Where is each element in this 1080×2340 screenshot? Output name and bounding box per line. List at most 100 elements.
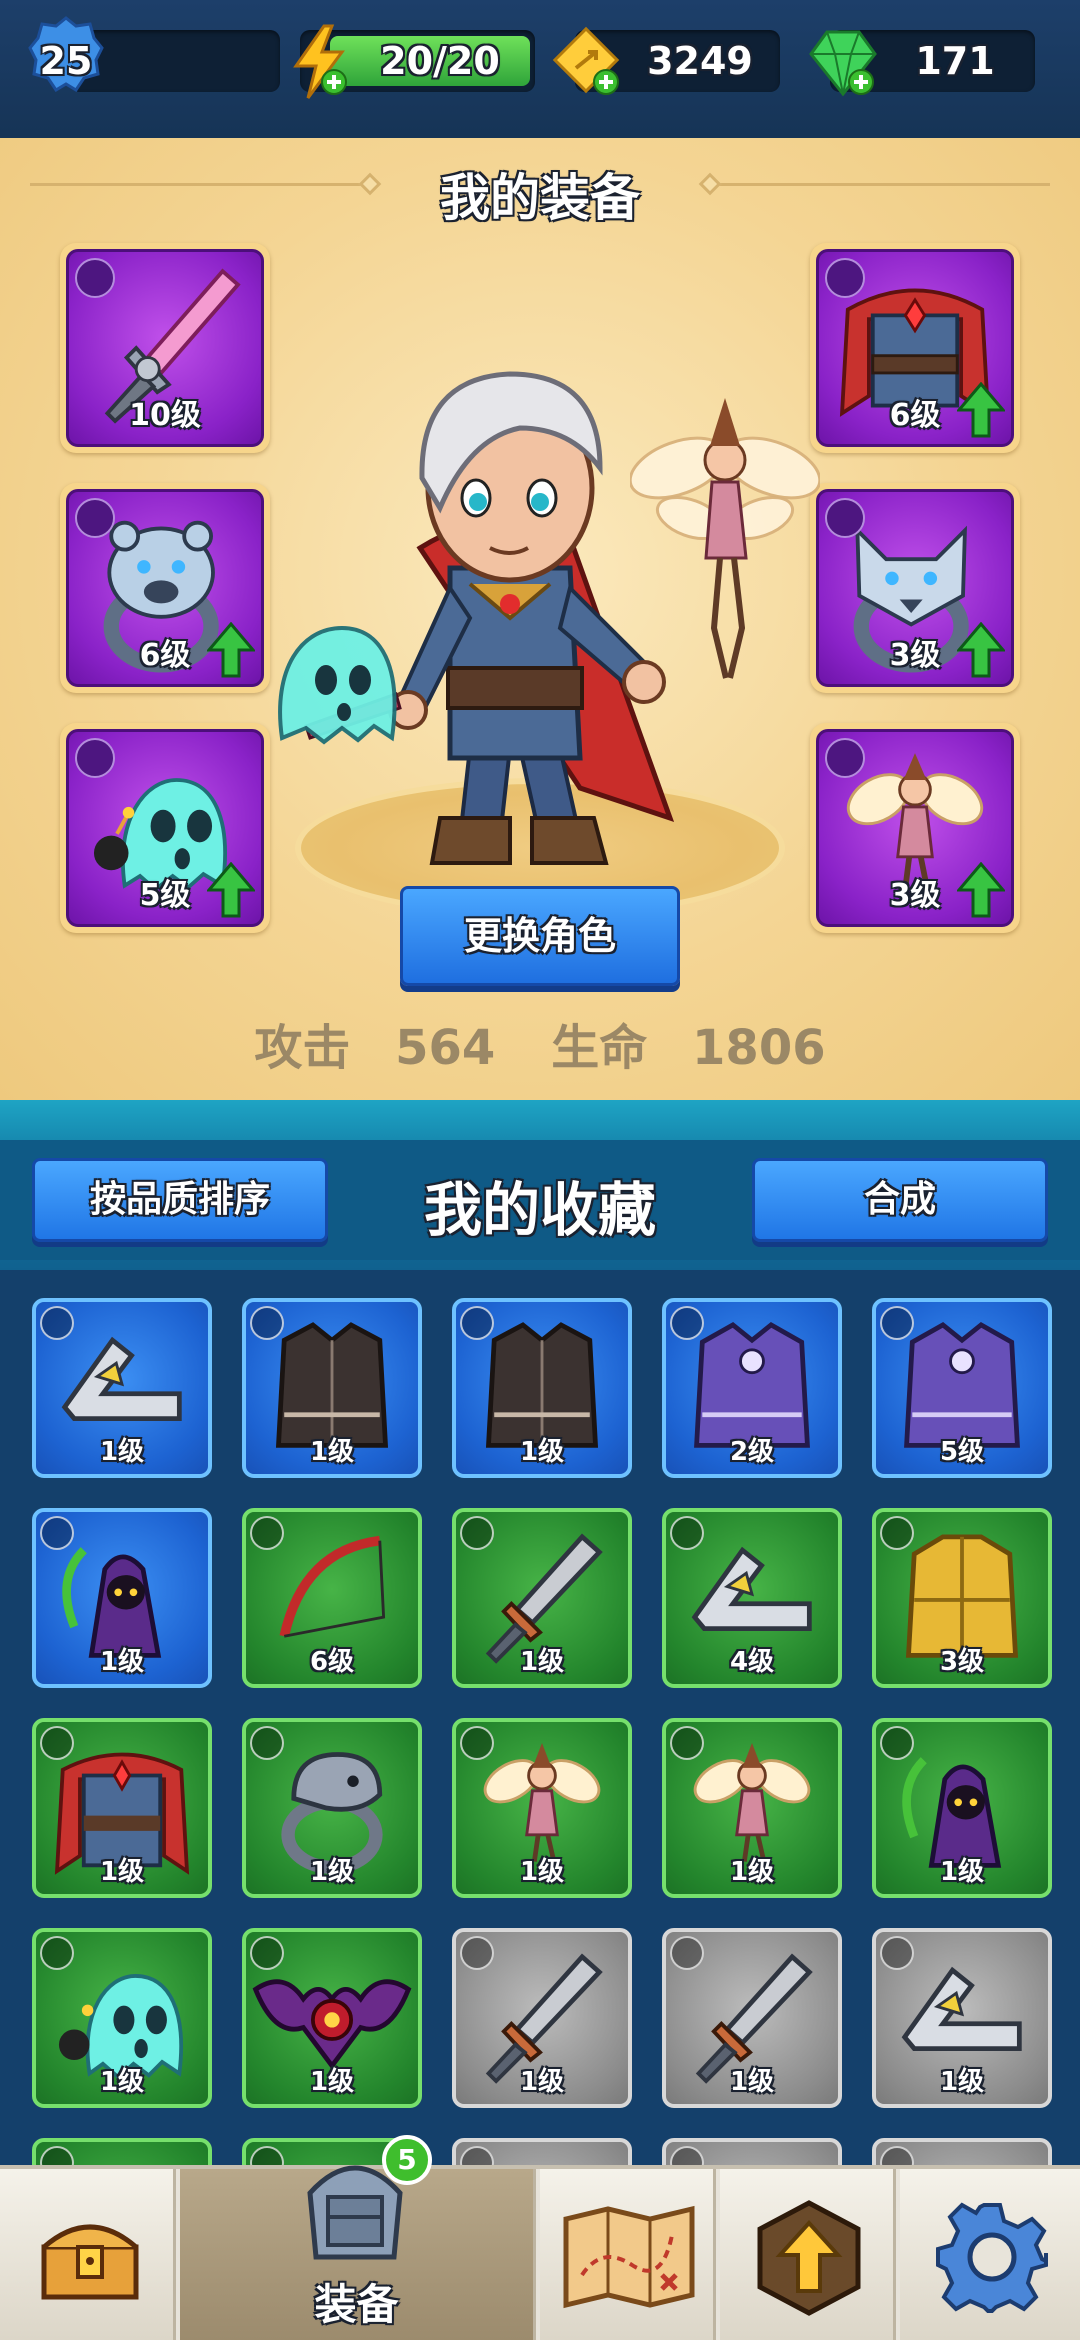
level-value: 25 (39, 39, 93, 83)
collection-item[interactable]: 1级 (32, 1718, 212, 1898)
tab-upgrade[interactable] (720, 2169, 896, 2340)
attack-value: 564 (395, 1020, 496, 1076)
armor-type-icon (250, 1306, 284, 1340)
armor-type-icon (670, 1306, 704, 1340)
armor-type-icon (880, 1306, 914, 1340)
bow-type-icon (460, 1936, 494, 1970)
pet-type-icon (40, 1516, 74, 1550)
slot-level: 3级 (889, 878, 941, 913)
equipment-title: 我的装备 (440, 169, 640, 227)
pet-type-icon (250, 1936, 284, 1970)
item-level: 1级 (729, 2067, 775, 2097)
gem-value: 171 (915, 39, 995, 83)
item-level: 1级 (309, 2067, 355, 2097)
bow-type-icon (670, 1516, 704, 1550)
merge-button[interactable]: 合成 (752, 1158, 1048, 1242)
item-level: 1级 (99, 2067, 145, 2097)
lightning-icon (293, 24, 347, 99)
ring-type-icon (75, 498, 115, 538)
collection-item[interactable]: 2级 (662, 1298, 842, 1478)
pet-type-icon (825, 738, 865, 778)
bow-type-icon (75, 258, 115, 298)
top-resource-bar: 25 20/20 3249 171 (0, 0, 1080, 138)
item-level: 1级 (99, 1437, 145, 1467)
gold-value: 3249 (647, 39, 753, 83)
item-level: 1级 (939, 2067, 985, 2097)
collection-item[interactable]: 6级 (242, 1508, 422, 1688)
collection-item[interactable]: 3级 (872, 1508, 1052, 1688)
collection-item[interactable]: 1级 (662, 1928, 842, 2108)
equipment-panel: 我的装备 10级 6级 5级 6级 3级 3级 更换角色 攻击 564 生命 1… (0, 138, 1080, 1100)
equipment-badge: 5 (382, 2135, 432, 2185)
slot-level: 6级 (889, 398, 941, 433)
slot-level: 6级 (139, 638, 191, 673)
item-level: 1级 (309, 1857, 355, 1887)
tab-map[interactable] (540, 2169, 716, 2340)
collection-item[interactable]: 1级 (452, 1928, 632, 2108)
item-level: 1级 (519, 1857, 565, 1887)
hp-value: 1806 (692, 1020, 826, 1076)
change-character-button[interactable]: 更换角色 (400, 886, 680, 986)
ring-type-icon (825, 498, 865, 538)
collection-item[interactable]: 1级 (32, 1508, 212, 1688)
equip-slot-ring[interactable]: 6级 (60, 483, 270, 693)
collection-item[interactable]: 1级 (32, 1928, 212, 2108)
collection-item[interactable]: 1级 (242, 1928, 422, 2108)
fairy-companion (630, 398, 820, 679)
slot-level: 5级 (139, 878, 191, 913)
collection-item[interactable]: 1级 (452, 1718, 632, 1898)
equip-slot-ring-2[interactable]: 3级 (810, 483, 1020, 693)
pet-type-icon (40, 1936, 74, 1970)
tab-settings[interactable] (900, 2169, 1080, 2340)
pet-type-icon (75, 738, 115, 778)
item-level: 1级 (519, 1647, 565, 1677)
collection-item[interactable]: 1级 (872, 1928, 1052, 2108)
item-level: 1级 (729, 1857, 775, 1887)
bow-type-icon (250, 1516, 284, 1550)
item-level: 1级 (519, 2067, 565, 2097)
equip-slot-pet-2[interactable]: 3级 (810, 723, 1020, 933)
item-level: 1级 (309, 1437, 355, 1467)
tab-equipment[interactable]: 5 装备 (180, 2135, 536, 2340)
hp-label: 生命 (551, 1020, 648, 1076)
item-level: 2级 (729, 1437, 775, 1467)
collection-item[interactable]: 4级 (662, 1508, 842, 1688)
item-level: 3级 (939, 1647, 985, 1677)
attack-label: 攻击 (254, 1020, 351, 1076)
item-level: 1级 (519, 1437, 565, 1467)
pet-type-icon (670, 1726, 704, 1760)
collection-item[interactable]: 1级 (452, 1508, 632, 1688)
ghost-companion (278, 625, 397, 745)
collection-header: 按品质排序 我的收藏 合成 (0, 1100, 1080, 1270)
bottom-navigation: 5 装备 (0, 2135, 1080, 2340)
tab-chest[interactable] (0, 2169, 176, 2340)
collection-item[interactable]: 1级 (452, 1298, 632, 1478)
collection-item[interactable]: 1级 (242, 1298, 422, 1478)
collection-item[interactable]: 1级 (242, 1718, 422, 1898)
tab-equipment-label: 装备 (314, 2280, 399, 2329)
item-level: 1级 (939, 1857, 985, 1887)
collection-grid: 1级 1级 1级 2级 5级 1级 6级 1级 4级 3级 1级 1级 1级 1级 1级 1级 1级 1级 1级 1级 (0, 1270, 1080, 2170)
armor-type-icon (40, 1726, 74, 1760)
upgrade-icon (757, 2200, 861, 2316)
armor-type-icon (825, 258, 865, 298)
equip-slot-weapon[interactable]: 10级 (60, 243, 270, 453)
item-level: 1级 (99, 1647, 145, 1677)
collection-item[interactable]: 5级 (872, 1298, 1052, 1478)
green-gem-icon (809, 30, 877, 97)
bow-type-icon (40, 1306, 74, 1340)
gold-coin-icon (552, 26, 620, 95)
equip-slot-armor[interactable]: 6级 (810, 243, 1020, 453)
item-level: 6级 (309, 1647, 355, 1677)
settings-gear-icon (936, 2202, 1048, 2313)
item-level: 5级 (939, 1437, 985, 1467)
bow-type-icon (880, 1936, 914, 1970)
equip-slot-pet[interactable]: 5级 (60, 723, 270, 933)
collection-item[interactable]: 1级 (662, 1718, 842, 1898)
slot-level: 3级 (889, 638, 941, 673)
armor-type-icon (460, 1306, 494, 1340)
hero-stats: 攻击 564 生命 1806 (0, 1008, 1080, 1078)
collection-item[interactable]: 1级 (872, 1718, 1052, 1898)
armor-type-icon (880, 1516, 914, 1550)
collection-item[interactable]: 1级 (32, 1298, 212, 1478)
